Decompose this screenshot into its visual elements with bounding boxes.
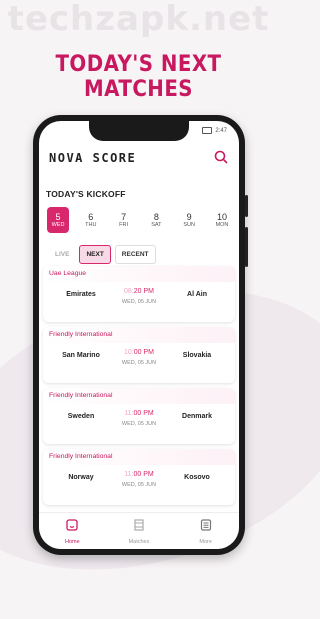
league-name: Friendly International bbox=[43, 449, 235, 465]
league-name: Friendly International bbox=[43, 327, 235, 343]
watermark: techzapk.net bbox=[7, 0, 270, 39]
phone-screen: 2:47 NOVA SCORE TODAY'S KICKOFF 5 WED 6 … bbox=[39, 121, 239, 549]
date-selector: 5 WED 6 THU 7 FRI 8 SAT 9 SUN 10 MON bbox=[47, 207, 233, 233]
app-title: NOVA SCORE bbox=[49, 151, 137, 165]
phone-frame: 2:47 NOVA SCORE TODAY'S KICKOFF 5 WED 6 … bbox=[33, 115, 248, 555]
match-card[interactable]: Friendly International San Marino 10:00 … bbox=[43, 327, 235, 383]
date-item-1[interactable]: 6 THU bbox=[80, 207, 102, 233]
match-card[interactable]: Friendly International Sweden 11:00 PM W… bbox=[43, 388, 235, 444]
time-hour: 10: bbox=[124, 349, 134, 356]
status-time: 2:47 bbox=[215, 127, 227, 134]
league-name: Uae League bbox=[43, 266, 235, 282]
status-bar: 2:47 bbox=[202, 127, 227, 134]
date-item-3[interactable]: 8 SAT bbox=[145, 207, 167, 233]
nav-matches[interactable]: Matches bbox=[114, 518, 164, 545]
time-minute: 00 PM bbox=[133, 349, 154, 356]
tab-next[interactable]: NEXT bbox=[79, 245, 111, 264]
time-hour: 08: bbox=[124, 288, 134, 295]
match-card[interactable]: Friendly International Norway 11:00 PM W… bbox=[43, 449, 235, 505]
away-team: Kosovo bbox=[184, 474, 210, 481]
date-item-0[interactable]: 5 WED bbox=[47, 207, 69, 233]
battery-icon bbox=[202, 127, 213, 134]
nav-matches-label: Matches bbox=[128, 538, 150, 545]
date-weekday: SUN bbox=[183, 221, 195, 228]
date-weekday: SAT bbox=[151, 221, 162, 228]
date-item-4[interactable]: 9 SUN bbox=[178, 207, 200, 233]
date-number: 8 bbox=[153, 211, 159, 222]
date-number: 9 bbox=[186, 211, 192, 222]
time-minute: 00 PM bbox=[133, 410, 154, 417]
nav-home-label: Home bbox=[64, 538, 80, 545]
date-weekday: MON bbox=[215, 221, 229, 228]
match-card[interactable]: Uae League Emirates 08:20 PM WED, 05 JUN… bbox=[43, 266, 235, 322]
league-name: Friendly International bbox=[43, 388, 235, 404]
date-weekday: WED bbox=[51, 221, 65, 228]
away-team: Al Ain bbox=[187, 291, 207, 298]
date-number: 6 bbox=[88, 211, 94, 222]
nav-more-label: More bbox=[199, 538, 212, 545]
tab-recent[interactable]: RECENT bbox=[114, 245, 156, 264]
away-team: Denmark bbox=[182, 413, 212, 420]
promo-headline: TODAY'S NEXT MATCHES bbox=[55, 52, 222, 102]
notch bbox=[89, 121, 189, 141]
matches-icon bbox=[134, 518, 144, 531]
section-title: TODAY'S KICKOFF bbox=[46, 189, 126, 199]
volume-button bbox=[245, 195, 248, 217]
bottom-nav: Home Matches More bbox=[39, 512, 239, 549]
search-icon bbox=[214, 150, 228, 164]
match-date: WED, 05 JUN bbox=[121, 482, 157, 488]
home-icon bbox=[66, 518, 78, 531]
time-minute: 20 PM bbox=[133, 288, 154, 295]
date-number: 7 bbox=[121, 211, 127, 222]
nav-more[interactable]: More bbox=[181, 518, 231, 545]
match-tabs: LIVE NEXT RECENT bbox=[49, 245, 156, 264]
date-item-2[interactable]: 7 FRI bbox=[113, 207, 135, 233]
match-date: WED, 05 JUN bbox=[121, 360, 157, 366]
date-number: 5 bbox=[55, 211, 61, 222]
away-team: Slovakia bbox=[182, 352, 212, 359]
app-header: NOVA SCORE bbox=[49, 149, 229, 169]
match-date: WED, 05 JUN bbox=[121, 421, 157, 427]
date-item-5[interactable]: 10 MON bbox=[211, 207, 233, 233]
date-weekday: THU bbox=[85, 221, 97, 228]
date-weekday: FRI bbox=[119, 221, 129, 228]
power-button bbox=[245, 227, 248, 267]
search-button[interactable] bbox=[213, 149, 229, 165]
time-minute: 00 PM bbox=[133, 471, 154, 478]
tab-live[interactable]: LIVE bbox=[49, 246, 75, 263]
nav-home[interactable]: Home bbox=[47, 518, 97, 545]
more-icon bbox=[200, 518, 211, 531]
match-date: WED, 05 JUN bbox=[121, 299, 157, 305]
date-number: 10 bbox=[216, 211, 227, 222]
